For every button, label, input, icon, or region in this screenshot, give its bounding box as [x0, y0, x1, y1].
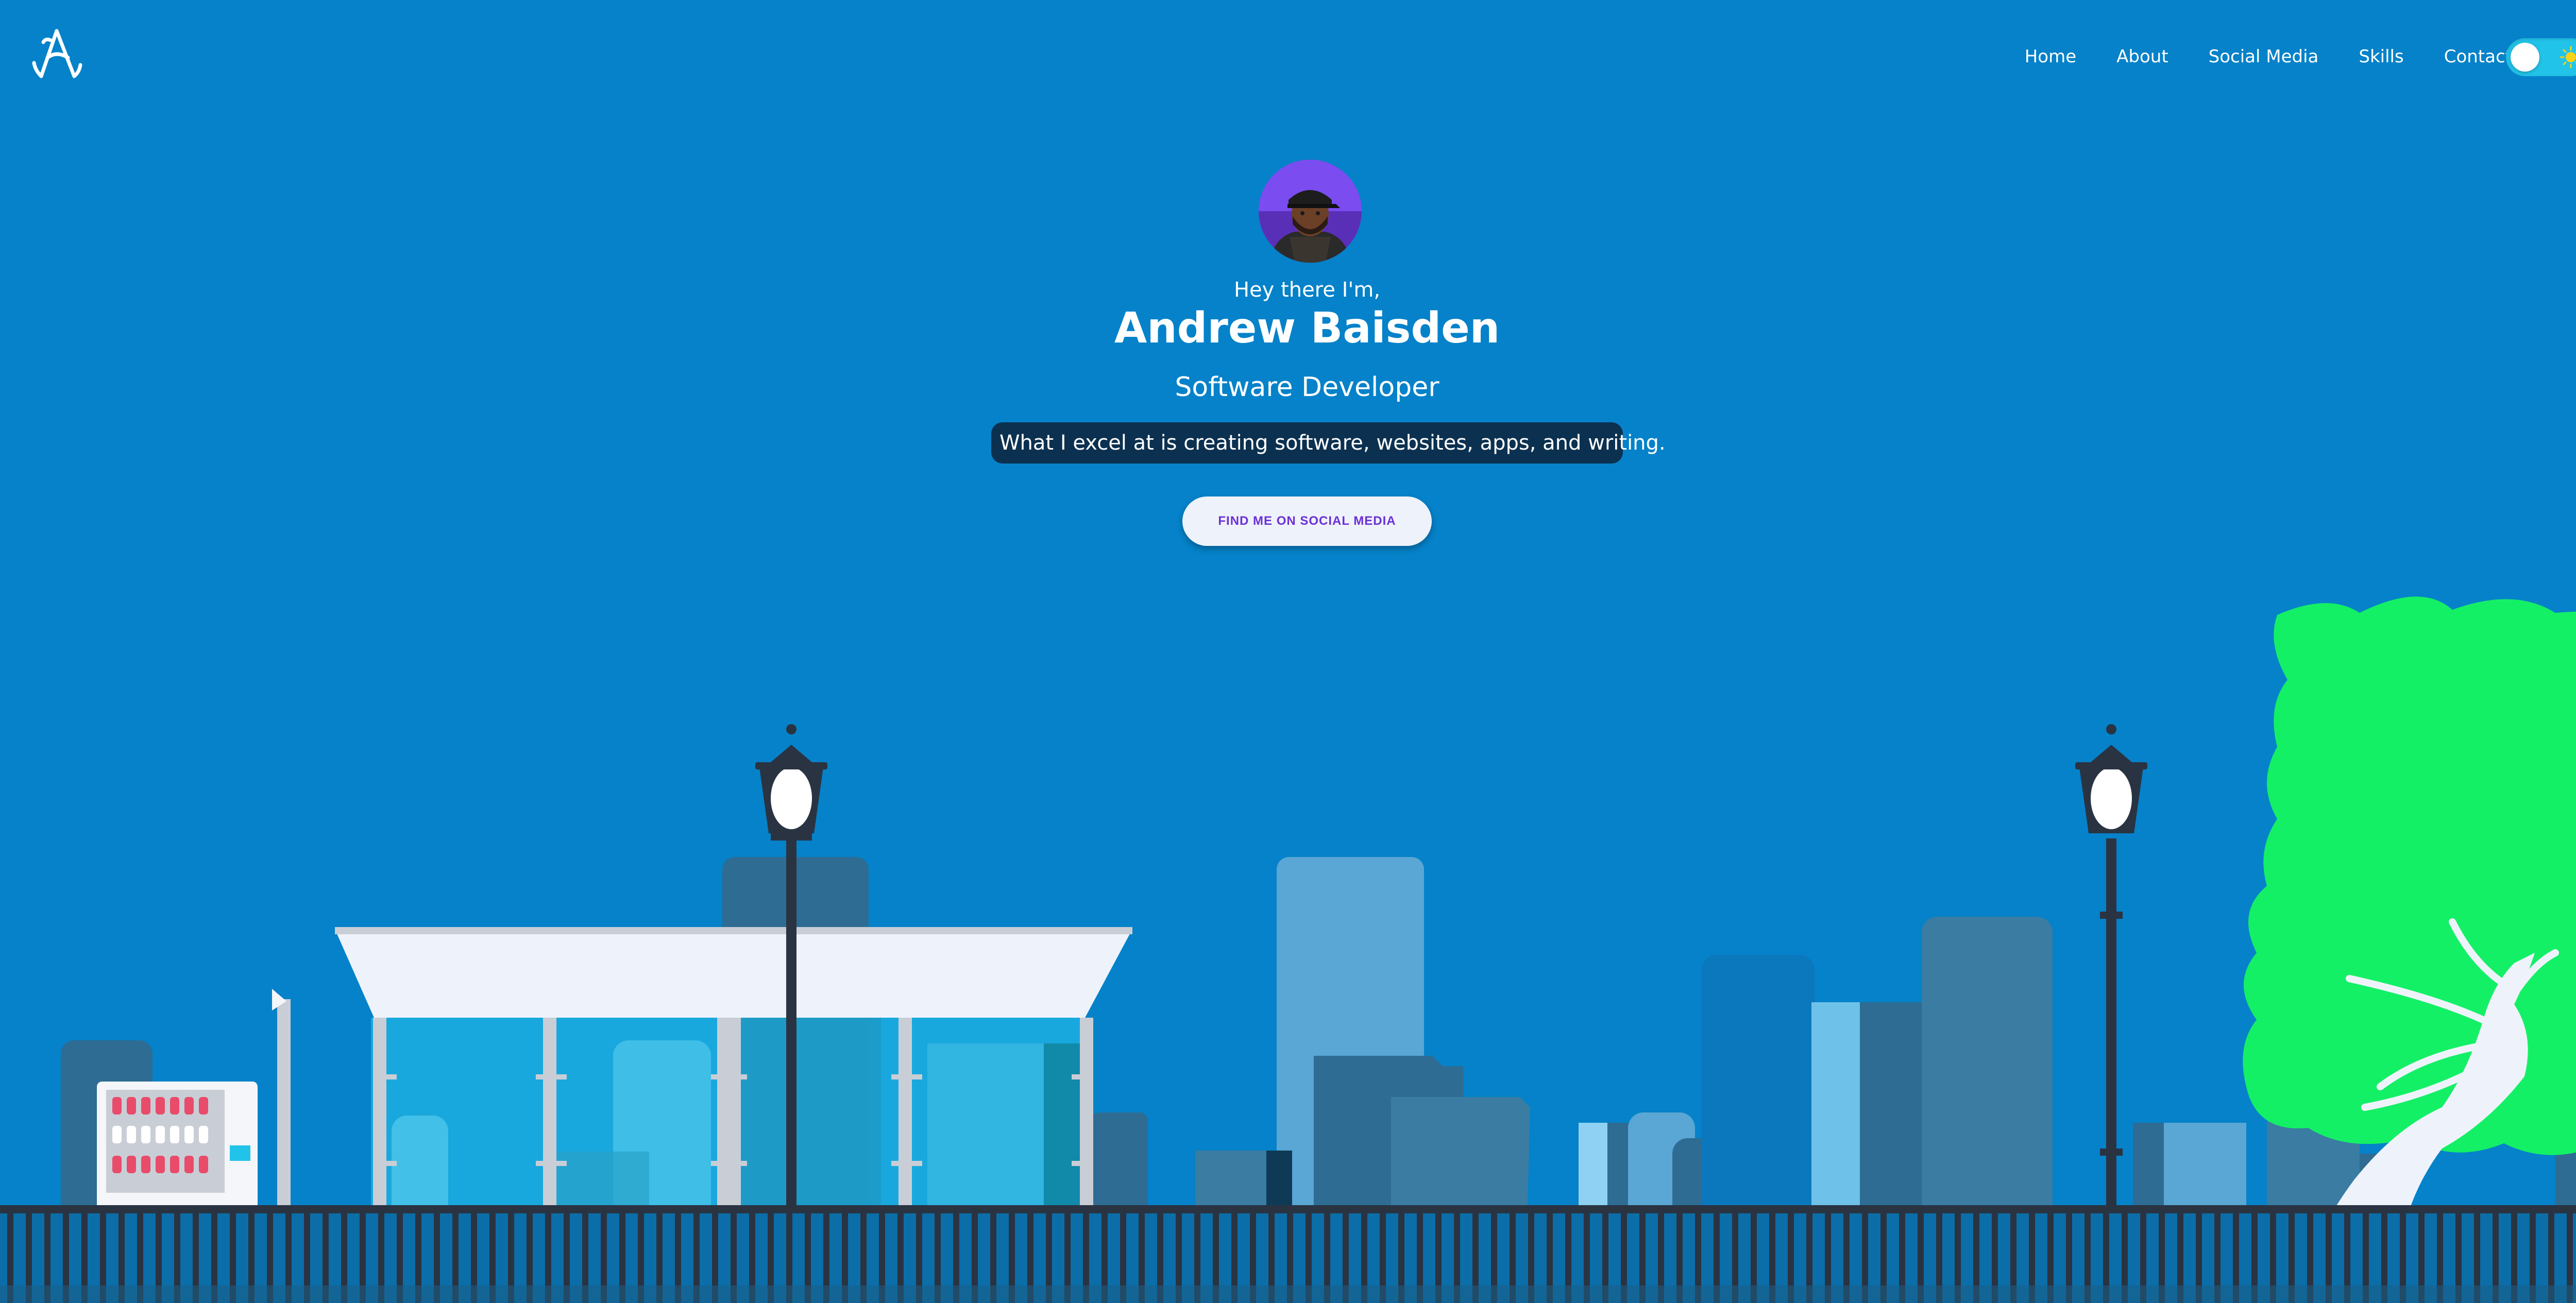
nav-link-social-media[interactable]: Social Media [2209, 46, 2319, 67]
cta-container: FIND ME ON SOCIAL MEDIA [0, 496, 2576, 546]
hero-title: Software Developer [1175, 372, 1439, 403]
theme-toggle[interactable] [2506, 38, 2576, 76]
nav-link-home[interactable]: Home [2025, 46, 2076, 67]
nav-link-skills[interactable]: Skills [2359, 46, 2403, 67]
toggle-knob [2511, 43, 2539, 72]
avatar [1259, 160, 1362, 263]
hero-tagline: What I excel at is creating software, we… [991, 422, 1666, 464]
railing [0, 1205, 2576, 1303]
sun-icon [2560, 46, 2576, 68]
nav-link-contact[interactable]: Contact [2444, 46, 2512, 67]
hero-greeting: Hey there I'm, [1233, 278, 1381, 302]
nav-link-about[interactable]: About [2116, 46, 2168, 67]
find-me-on-social-media-button[interactable]: FIND ME ON SOCIAL MEDIA [1182, 496, 1432, 546]
city-scene-illustration [0, 596, 2576, 1303]
hero-name: Andrew Baisden [1114, 304, 1500, 353]
tagline-container: What I excel at is creating software, we… [0, 422, 2576, 464]
site-logo-icon[interactable] [30, 27, 83, 82]
page: Home About Social Media Skills Contact H… [0, 0, 2576, 1303]
main-nav: Home About Social Media Skills Contact [2025, 40, 2535, 73]
